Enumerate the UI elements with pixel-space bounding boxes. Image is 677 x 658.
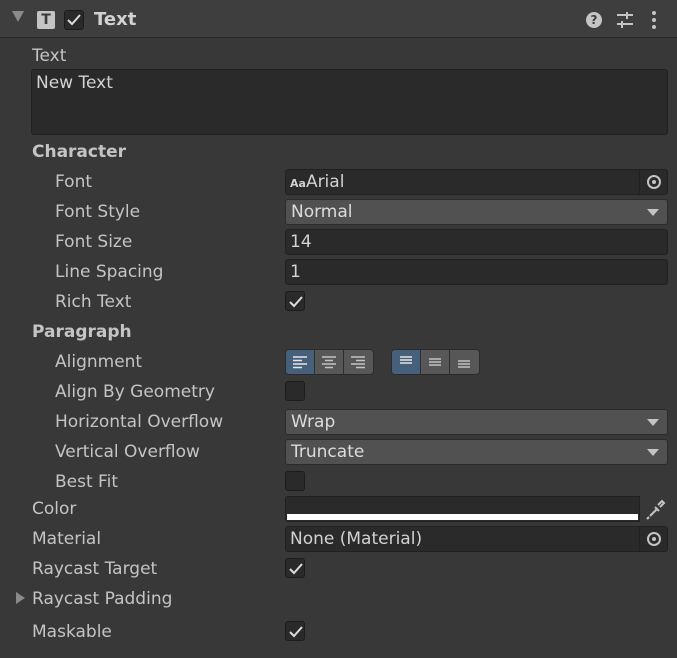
checkmark-icon <box>289 563 303 575</box>
font-label: Font <box>55 172 93 192</box>
raycast-target-checkbox[interactable] <box>285 558 305 578</box>
horizontal-alignment-group <box>285 349 374 375</box>
checkmark-icon <box>67 14 81 26</box>
align-center-button[interactable] <box>315 350 344 374</box>
horizontal-overflow-value: Wrap <box>291 412 336 432</box>
material-value: None (Material) <box>290 529 423 549</box>
align-middle-icon <box>429 358 441 366</box>
vertical-overflow-value: Truncate <box>291 442 365 462</box>
rich-text-checkbox[interactable] <box>285 291 305 311</box>
vertical-overflow-label: Vertical Overflow <box>55 442 200 462</box>
align-center-icon <box>322 356 336 369</box>
chevron-down-icon <box>647 449 659 456</box>
font-style-dropdown[interactable]: Normal <box>285 199 668 225</box>
object-picker-icon <box>647 175 661 189</box>
color-swatch-fill <box>287 514 638 520</box>
font-value: Arial <box>305 172 345 192</box>
font-style-value: Normal <box>291 202 353 222</box>
align-left-icon <box>293 356 307 369</box>
material-picker-button[interactable] <box>639 527 667 551</box>
font-picker-button[interactable] <box>639 170 667 194</box>
horizontal-overflow-dropdown[interactable]: Wrap <box>285 409 668 435</box>
material-object-field[interactable]: None (Material) <box>285 526 668 552</box>
best-fit-label: Best Fit <box>55 472 118 492</box>
foldout-arrow-icon[interactable] <box>12 11 24 22</box>
help-icon[interactable]: ? <box>586 12 602 28</box>
align-left-button[interactable] <box>286 350 315 374</box>
align-right-button[interactable] <box>344 350 373 374</box>
font-style-label: Font Style <box>55 202 141 222</box>
line-spacing-label: Line Spacing <box>55 262 164 282</box>
align-by-geometry-label: Align By Geometry <box>55 382 215 402</box>
alignment-label: Alignment <box>55 352 143 372</box>
component-title: Text <box>94 9 137 30</box>
vertical-overflow-dropdown[interactable]: Truncate <box>285 439 668 465</box>
text-label: Text <box>32 46 67 66</box>
paragraph-section-label: Paragraph <box>32 322 132 342</box>
rich-text-label: Rich Text <box>55 292 132 312</box>
checkmark-icon <box>289 296 303 308</box>
color-label: Color <box>32 499 77 519</box>
font-size-label: Font Size <box>55 232 133 252</box>
text-input-area[interactable]: New Text <box>31 69 668 135</box>
raycast-target-label: Raycast Target <box>32 559 158 579</box>
horizontal-overflow-label: Horizontal Overflow <box>55 412 224 432</box>
object-picker-icon <box>647 532 661 546</box>
eyedropper-icon[interactable] <box>641 496 668 522</box>
vertical-alignment-group <box>391 349 480 375</box>
font-object-field[interactable]: AaArial <box>285 169 668 195</box>
maskable-label: Maskable <box>32 622 112 642</box>
font-asset-icon: Aa <box>290 177 306 190</box>
best-fit-checkbox[interactable] <box>285 471 305 491</box>
color-swatch[interactable] <box>285 496 640 522</box>
material-label: Material <box>32 529 102 549</box>
align-right-icon <box>351 356 365 369</box>
character-section-label: Character <box>32 142 127 162</box>
maskable-checkbox[interactable] <box>285 621 305 641</box>
align-top-icon <box>400 356 412 364</box>
chevron-down-icon <box>647 209 659 216</box>
text-component-icon: T <box>37 11 55 29</box>
preset-icon[interactable] <box>616 11 634 29</box>
checkmark-icon <box>289 626 303 638</box>
align-bottom-button[interactable] <box>450 350 479 374</box>
align-middle-button[interactable] <box>421 350 450 374</box>
line-spacing-field[interactable]: 1 <box>285 259 668 285</box>
raycast-padding-label[interactable]: Raycast Padding <box>32 589 172 609</box>
align-top-button[interactable] <box>392 350 421 374</box>
align-by-geometry-checkbox[interactable] <box>285 381 305 401</box>
font-size-field[interactable]: 14 <box>285 229 668 255</box>
context-menu-icon[interactable] <box>648 10 660 30</box>
align-bottom-icon <box>458 360 470 368</box>
color-field[interactable] <box>285 496 668 522</box>
component-enabled-checkbox[interactable] <box>64 10 84 30</box>
chevron-down-icon <box>647 419 659 426</box>
raycast-padding-foldout-icon[interactable] <box>16 592 25 604</box>
